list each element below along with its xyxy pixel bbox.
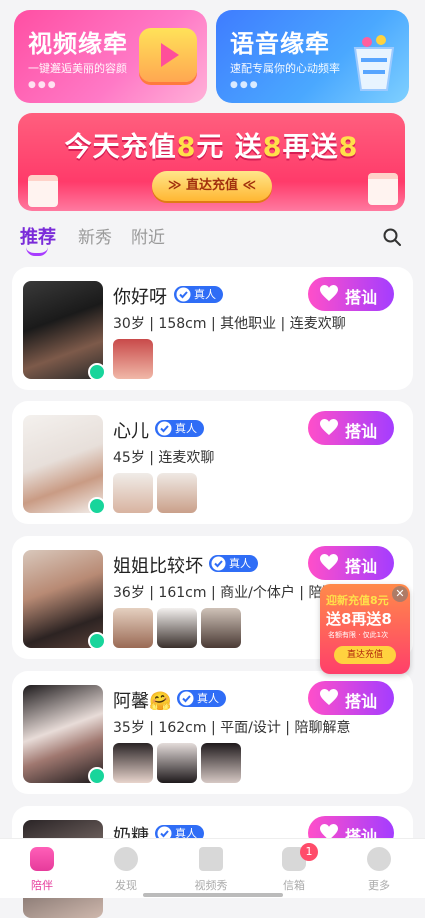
search-icon[interactable] bbox=[383, 228, 401, 246]
greet-button[interactable]: 搭讪 bbox=[308, 411, 394, 445]
user-card[interactable]: 你好呀 真人 30岁 | 158cm | 其他职业 | 连麦欢聊 搭讪 bbox=[12, 267, 413, 390]
tv-play-icon bbox=[139, 28, 197, 82]
arrow-dots-icon: ●●● bbox=[28, 80, 58, 90]
active-tab-indicator bbox=[26, 247, 48, 256]
banner-number-3: 8 bbox=[338, 132, 359, 163]
home-indicator bbox=[143, 893, 283, 897]
companion-icon bbox=[30, 847, 54, 871]
nav-item-video-show[interactable]: 视频秀 bbox=[181, 847, 241, 893]
nav-label: 发现 bbox=[115, 879, 137, 892]
verified-check-icon bbox=[179, 691, 194, 706]
video-camera-icon bbox=[199, 847, 223, 871]
verified-badge: 真人 bbox=[209, 555, 258, 572]
greet-label: 搭讪 bbox=[345, 692, 378, 711]
banner-text-1: 今天充值 bbox=[64, 132, 177, 163]
greet-button[interactable]: 搭讪 bbox=[308, 546, 394, 580]
heart-icon bbox=[320, 285, 338, 301]
video-match-title: 视频缘牵 bbox=[28, 30, 128, 58]
user-info: 35岁 | 162cm | 平面/设计 | 陪聊解意 bbox=[113, 720, 351, 736]
message-count-badge: 1 bbox=[300, 843, 318, 861]
photo-thumbnail[interactable] bbox=[201, 743, 241, 783]
video-match-card[interactable]: 视频缘牵 一键邂逅美丽的容颜 ●●● bbox=[14, 10, 207, 103]
verified-check-icon bbox=[176, 287, 191, 302]
heart-icon bbox=[320, 554, 338, 570]
nav-label: 更多 bbox=[368, 879, 390, 892]
photo-thumbnail[interactable] bbox=[157, 743, 197, 783]
tab-new[interactable]: 新秀 bbox=[78, 223, 112, 248]
voice-match-card[interactable]: 语音缘牵 速配专属你的心动频率 ●●● bbox=[216, 10, 409, 103]
photo-thumbnail[interactable] bbox=[113, 339, 153, 379]
banner-number-1: 8 bbox=[176, 132, 197, 163]
nav-item-more[interactable]: 更多 bbox=[349, 847, 409, 893]
bottom-nav: 陪伴 发现 视频秀 信箱 更多 bbox=[0, 838, 425, 898]
banner-recharge-button[interactable]: ≫ 直达充值 ≪ bbox=[152, 171, 272, 201]
recharge-banner[interactable]: 今天充值8元 送8再送8 ≫ 直达充值 ≪ bbox=[18, 113, 405, 211]
nav-label: 视频秀 bbox=[194, 879, 228, 892]
user-name: 阿馨🤗 bbox=[113, 691, 172, 712]
verified-badge: 真人 bbox=[177, 690, 226, 707]
heart-icon bbox=[320, 689, 338, 705]
tab-recommend[interactable]: 推荐 bbox=[20, 223, 56, 249]
nav-item-companion[interactable]: 陪伴 bbox=[12, 847, 72, 893]
verified-label: 真人 bbox=[229, 557, 251, 570]
verified-label: 真人 bbox=[194, 288, 216, 301]
user-name: 心儿 bbox=[113, 421, 149, 442]
voice-match-title: 语音缘牵 bbox=[230, 30, 330, 58]
user-card[interactable]: 阿馨🤗 真人 35岁 | 162cm | 平面/设计 | 陪聊解意 搭讪 bbox=[12, 671, 413, 794]
online-indicator bbox=[88, 767, 106, 785]
photo-thumbnail[interactable] bbox=[113, 473, 153, 513]
user-card[interactable]: 心儿 真人 45岁 | 连麦欢聊 搭讪 bbox=[12, 401, 413, 524]
verified-label: 真人 bbox=[175, 422, 197, 435]
nav-label: 信箱 bbox=[283, 879, 305, 892]
greet-button[interactable]: 搭讪 bbox=[308, 681, 394, 715]
close-icon[interactable]: ✕ bbox=[392, 586, 408, 602]
nav-label: 陪伴 bbox=[31, 879, 53, 892]
online-indicator bbox=[88, 497, 106, 515]
online-indicator bbox=[88, 363, 106, 381]
promo-line-1: 迎新充值8元 bbox=[326, 594, 389, 607]
user-info: 45岁 | 连麦欢聊 bbox=[113, 450, 215, 466]
heart-icon bbox=[320, 419, 338, 435]
gift-box-icon bbox=[368, 173, 398, 205]
user-info: 30岁 | 158cm | 其他职业 | 连麦欢聊 bbox=[113, 316, 346, 332]
photo-thumbnail[interactable] bbox=[157, 473, 197, 513]
arrow-dots-icon: ●●● bbox=[230, 80, 260, 90]
voice-match-subtitle: 速配专属你的心动频率 bbox=[230, 62, 340, 75]
user-name: 姐姐比较坏 bbox=[113, 556, 203, 577]
gift-box-icon bbox=[28, 175, 58, 207]
user-name: 你好呀 bbox=[113, 287, 167, 308]
tab-nearby[interactable]: 附近 bbox=[131, 223, 165, 248]
greet-label: 搭讪 bbox=[345, 288, 378, 307]
nav-item-discover[interactable]: 发现 bbox=[96, 847, 156, 893]
compass-icon bbox=[114, 847, 138, 871]
photo-thumbnail[interactable] bbox=[113, 743, 153, 783]
photo-thumbnail[interactable] bbox=[113, 608, 153, 648]
banner-text-2: 元 送 bbox=[196, 132, 263, 163]
promo-line-3: 名额有限 · 仅此1次 bbox=[328, 631, 389, 639]
promo-line-2: 送8再送8 bbox=[326, 610, 392, 628]
photo-thumbnail[interactable] bbox=[201, 608, 241, 648]
verified-check-icon bbox=[157, 421, 172, 436]
verified-badge: 真人 bbox=[155, 420, 204, 437]
online-indicator bbox=[88, 632, 106, 650]
greet-label: 搭讪 bbox=[345, 422, 378, 441]
greet-button[interactable]: 搭讪 bbox=[308, 277, 394, 311]
greet-label: 搭讪 bbox=[345, 557, 378, 576]
video-match-subtitle: 一键邂逅美丽的容颜 bbox=[28, 62, 127, 75]
verified-label: 真人 bbox=[197, 692, 219, 705]
verified-badge: 真人 bbox=[174, 286, 223, 303]
promo-recharge-button[interactable]: 直达充值 bbox=[334, 646, 396, 664]
party-cup-icon bbox=[353, 35, 395, 91]
user-info: 36岁 | 161cm | 商业/个体户 | 陪聊解意 bbox=[113, 585, 328, 601]
photo-thumbnail[interactable] bbox=[157, 608, 197, 648]
more-face-icon bbox=[367, 847, 391, 871]
banner-headline: 今天充值8元 送8再送8 bbox=[18, 125, 405, 164]
banner-number-2: 8 bbox=[262, 132, 283, 163]
banner-text-3: 再送 bbox=[282, 132, 339, 163]
verified-check-icon bbox=[211, 556, 226, 571]
